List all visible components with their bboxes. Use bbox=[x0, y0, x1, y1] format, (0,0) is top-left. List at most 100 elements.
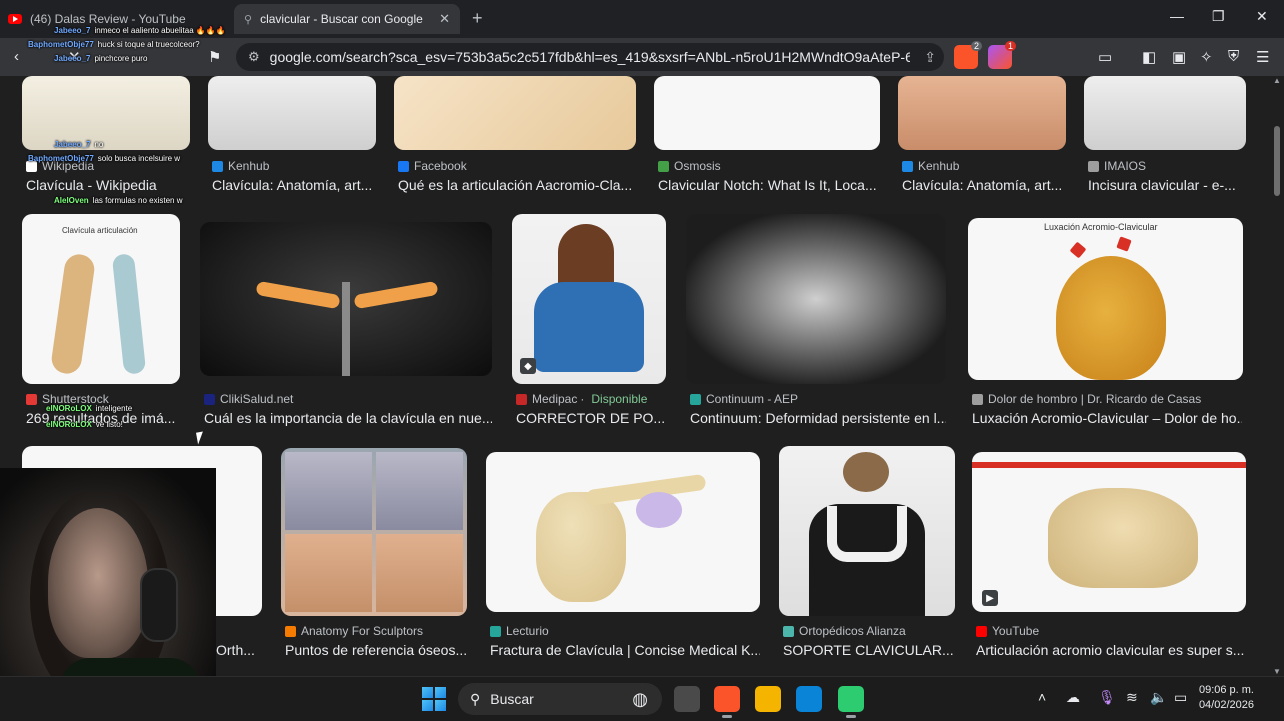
reader-mode-icon[interactable]: ▭ bbox=[1098, 48, 1112, 66]
tab-youtube[interactable]: (46) Dalas Review - YouTube bbox=[8, 4, 228, 34]
result-title[interactable]: Continuum: Deformidad persistente en l..… bbox=[690, 410, 946, 426]
scroll-up-icon[interactable]: ▲ bbox=[1273, 76, 1281, 85]
vpn-shield-icon[interactable]: ⛨ bbox=[1228, 48, 1239, 65]
shutterstock-icon bbox=[26, 393, 37, 405]
result-title[interactable]: Clavicular Notch: What Is It, Loca... bbox=[658, 177, 880, 193]
taskbar-search-label: Buscar bbox=[490, 691, 534, 707]
close-window-icon[interactable]: ✕ bbox=[1256, 8, 1268, 25]
tab-google-search[interactable]: ⚲ clavicular - Buscar con Google ✕ bbox=[234, 4, 460, 34]
file-explorer-icon[interactable] bbox=[755, 686, 781, 712]
cloud-icon[interactable]: ☁ bbox=[1066, 689, 1080, 706]
scrollbar-thumb[interactable] bbox=[1274, 126, 1280, 196]
result-title[interactable]: Articulación acromio clavicular es super… bbox=[976, 642, 1244, 658]
kenhub-icon bbox=[902, 160, 913, 172]
anatomy-photo bbox=[285, 534, 372, 612]
result-title[interactable]: Puntos de referencia óseos... bbox=[285, 642, 467, 658]
microphone-icon bbox=[140, 568, 178, 642]
ligament-illustration bbox=[636, 492, 682, 528]
back-icon[interactable]: ‹ bbox=[14, 48, 19, 65]
result-thumb-13[interactable] bbox=[281, 448, 467, 616]
result-source: Continuum - AEP bbox=[690, 392, 798, 406]
result-thumb-15[interactable] bbox=[779, 446, 955, 616]
menu-icon[interactable]: ☰ bbox=[1256, 48, 1269, 66]
result-source: IMAIOS bbox=[1088, 159, 1146, 173]
result-title[interactable]: Clavícula - Wikipedia bbox=[26, 177, 190, 193]
minimize-icon[interactable]: — bbox=[1170, 8, 1184, 24]
scroll-down-icon[interactable]: ▼ bbox=[1273, 667, 1281, 676]
anatomy-photo bbox=[285, 452, 372, 530]
streaming-app-icon[interactable] bbox=[838, 686, 864, 718]
close-icon[interactable]: ✕ bbox=[68, 48, 81, 66]
wallet-icon[interactable]: ▣ bbox=[1172, 48, 1186, 66]
result-thumb-14[interactable] bbox=[486, 452, 760, 612]
address-bar[interactable]: ⚙ google.com/search?sca_esv=753b3a5c2c51… bbox=[236, 43, 944, 71]
result-thumb-8[interactable] bbox=[200, 222, 492, 376]
result-title[interactable]: Fractura de Clavícula | Concise Medical … bbox=[490, 642, 760, 658]
pain-mark-icon bbox=[1116, 236, 1132, 252]
taskbar-clock[interactable]: 09:06 p. m. 04/02/2026 bbox=[1199, 683, 1254, 713]
posture-brace-illustration bbox=[827, 506, 907, 562]
pain-mark-icon bbox=[1069, 241, 1087, 259]
maximize-icon[interactable]: ❐ bbox=[1212, 8, 1225, 25]
volume-icon[interactable]: 🔈 bbox=[1150, 689, 1167, 706]
result-title[interactable]: SOPORTE CLAVICULAR... bbox=[783, 642, 955, 658]
play-icon[interactable]: ▶ bbox=[982, 590, 998, 606]
result-thumb-4[interactable] bbox=[654, 76, 880, 150]
share-icon[interactable]: ⇪ bbox=[924, 49, 936, 66]
result-title[interactable]: Luxación Acromio-Clavicular – Dolor de h… bbox=[972, 410, 1242, 426]
site-info-icon[interactable]: ⚙ bbox=[248, 49, 260, 65]
youtube-icon bbox=[8, 14, 22, 24]
result-title[interactable]: Qué es la articulación Aacromio-Cla... bbox=[398, 177, 636, 193]
brave-badge-count: 2 bbox=[970, 41, 982, 51]
result-thumb-9[interactable]: ◆ bbox=[512, 214, 666, 384]
result-thumb-3[interactable] bbox=[394, 76, 636, 150]
result-title[interactable]: Incisura clavicular - e-... bbox=[1088, 177, 1246, 193]
brave-rewards-icon[interactable]: 1 bbox=[988, 41, 1016, 69]
anatomy-photo bbox=[376, 534, 463, 612]
result-thumb-5[interactable] bbox=[898, 76, 1066, 150]
result-source: Shutterstock bbox=[26, 392, 109, 406]
facebook-icon bbox=[398, 160, 409, 172]
microphone-icon[interactable]: 🎙 bbox=[1098, 689, 1116, 706]
leo-ai-icon[interactable]: ✧ bbox=[1200, 48, 1213, 66]
bookmark-icon[interactable]: ⚑ bbox=[208, 48, 221, 66]
image-caption: Clavícula articulación bbox=[62, 226, 138, 235]
result-title[interactable]: Clavícula: Anatomía, art... bbox=[212, 177, 376, 193]
windows-start-icon[interactable] bbox=[422, 687, 446, 711]
result-title[interactable]: CORRECTOR DE PO... bbox=[516, 410, 666, 426]
sidebar-icon[interactable]: ◧ bbox=[1142, 48, 1156, 66]
result-source: Kenhub bbox=[212, 159, 269, 173]
result-source: Lecturio bbox=[490, 624, 549, 638]
page-scrollbar[interactable]: ▲ ▼ bbox=[1272, 76, 1282, 676]
result-thumb-16[interactable]: ▶ bbox=[972, 452, 1246, 612]
result-thumb-10[interactable] bbox=[686, 214, 946, 384]
result-thumb-6[interactable] bbox=[1084, 76, 1246, 150]
shoulder-illustration bbox=[536, 492, 626, 602]
result-title[interactable]: 269 resultados de imá... bbox=[26, 410, 186, 426]
close-tab-icon[interactable]: ✕ bbox=[439, 11, 450, 27]
battery-icon[interactable]: ▭ bbox=[1174, 689, 1187, 706]
result-title[interactable]: Cuál es la importancia de la clavícula e… bbox=[204, 410, 492, 426]
video-header-bar bbox=[972, 462, 1246, 468]
result-thumb-7[interactable]: Clavícula articulación bbox=[22, 214, 180, 384]
show-hidden-icons-icon[interactable]: ˄ bbox=[1038, 689, 1046, 705]
microsoft-store-icon[interactable] bbox=[796, 686, 822, 712]
result-thumb-1[interactable] bbox=[22, 76, 190, 150]
result-source: Anatomy For Sculptors bbox=[285, 624, 423, 638]
result-thumb-11[interactable]: Luxación Acromio-Clavicular bbox=[968, 218, 1243, 380]
new-tab-icon[interactable]: + bbox=[472, 8, 483, 29]
wifi-icon[interactable]: ≋ bbox=[1126, 689, 1138, 706]
continuum-icon bbox=[690, 393, 701, 405]
result-source: YouTube bbox=[976, 624, 1039, 638]
result-title[interactable]: Clavícula: Anatomía, art... bbox=[902, 177, 1066, 193]
clavicle-illustration bbox=[49, 252, 97, 376]
taskbar-search[interactable]: ⚲ Buscar ◍ bbox=[458, 683, 662, 715]
brave-browser-icon[interactable] bbox=[714, 686, 740, 718]
osmosis-icon bbox=[658, 160, 669, 172]
kenhub-icon bbox=[212, 160, 223, 172]
result-title[interactable]: Orth... bbox=[216, 642, 262, 658]
task-view-icon[interactable] bbox=[674, 686, 700, 712]
webcam-face bbox=[48, 508, 148, 658]
result-thumb-2[interactable] bbox=[208, 76, 376, 150]
brave-shields-icon[interactable]: 2 bbox=[954, 41, 982, 69]
